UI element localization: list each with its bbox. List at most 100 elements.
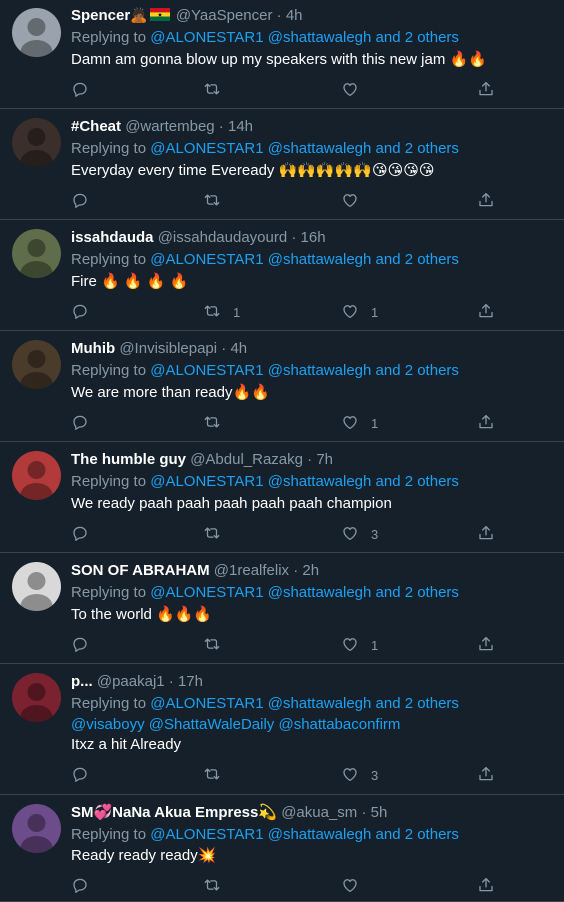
tweet-item[interactable]: issahdauda @issahdaudayourd · 16h Replyin…: [0, 220, 564, 331]
share-button[interactable]: [477, 411, 495, 435]
user-handle[interactable]: @paakaj1: [97, 673, 165, 690]
retweet-button[interactable]: [203, 411, 221, 435]
display-name[interactable]: SON OF ABRAHAM: [71, 562, 210, 579]
retweet-button[interactable]: [203, 78, 221, 102]
replying-to-label: Replying to: [71, 473, 147, 490]
tweet-item[interactable]: Muhib @Invisiblepapi · 4h Replying to @AL…: [0, 331, 564, 442]
tweet-item[interactable]: #Cheat @wartembeg · 14h Replying to @ALON…: [0, 109, 564, 220]
user-handle[interactable]: @Invisiblepapi: [119, 340, 217, 357]
user-handle[interactable]: @1realfelix: [214, 562, 289, 579]
reply-button[interactable]: [71, 300, 89, 324]
avatar[interactable]: [12, 229, 61, 278]
retweet-button[interactable]: [203, 189, 221, 213]
mention-link[interactable]: @shattawalegh: [268, 29, 372, 46]
like-button[interactable]: 3: [341, 522, 378, 546]
like-button[interactable]: 1: [341, 633, 378, 657]
share-button[interactable]: [477, 189, 495, 213]
others-link[interactable]: and 2 others: [376, 584, 459, 601]
share-button[interactable]: [477, 78, 495, 102]
reply-button[interactable]: [71, 78, 89, 102]
mention-link[interactable]: @shattawalegh: [268, 362, 372, 379]
others-link[interactable]: and 2 others: [376, 362, 459, 379]
reply-button[interactable]: [71, 522, 89, 546]
mention-link[interactable]: @ALONESTAR1: [150, 473, 263, 490]
mention-link[interactable]: @ALONESTAR1: [150, 584, 263, 601]
replying-to-line: Replying to @ALONESTAR1 @shattawalegh an…: [71, 694, 554, 714]
avatar[interactable]: [12, 118, 61, 167]
others-link[interactable]: and 2 others: [376, 695, 459, 712]
reply-button[interactable]: [71, 874, 89, 898]
mention-link[interactable]: @ALONESTAR1: [150, 695, 263, 712]
like-button[interactable]: [341, 189, 359, 213]
others-link[interactable]: and 2 others: [376, 140, 459, 157]
tweet-item[interactable]: SM💞NaNa Akua Empress💫 @akua_sm · 5h Reply…: [0, 795, 564, 902]
retweet-button[interactable]: [203, 763, 221, 787]
others-link[interactable]: and 2 others: [376, 826, 459, 843]
timestamp[interactable]: 5h: [371, 804, 388, 821]
others-link[interactable]: and 2 others: [376, 251, 459, 268]
user-handle[interactable]: @wartembeg: [125, 118, 214, 135]
display-name[interactable]: Muhib: [71, 340, 115, 357]
like-button[interactable]: [341, 874, 359, 898]
timestamp[interactable]: 14h: [228, 118, 253, 135]
mention-link[interactable]: @ALONESTAR1: [150, 251, 263, 268]
retweet-button[interactable]: [203, 874, 221, 898]
display-name[interactable]: The humble guy: [71, 451, 186, 468]
tweet-item[interactable]: The humble guy @Abdul_Razakg · 7h Replyin…: [0, 442, 564, 553]
avatar[interactable]: [12, 804, 61, 853]
avatar[interactable]: [12, 562, 61, 611]
avatar[interactable]: [12, 340, 61, 389]
others-link[interactable]: and 2 others: [376, 473, 459, 490]
avatar[interactable]: [12, 451, 61, 500]
user-handle[interactable]: @Abdul_Razakg: [190, 451, 303, 468]
mention-link[interactable]: @shattawalegh: [268, 584, 372, 601]
retweet-icon: [203, 635, 221, 656]
share-button[interactable]: [477, 763, 495, 787]
like-button[interactable]: 1: [341, 411, 378, 435]
avatar[interactable]: [12, 8, 61, 57]
mention-link[interactable]: @shattawalegh: [268, 473, 372, 490]
like-button[interactable]: [341, 78, 359, 102]
tweet-item[interactable]: Spencer🙇🏾 @YaaSpencer · 4h Replying to @A…: [0, 0, 564, 109]
timestamp[interactable]: 16h: [301, 229, 326, 246]
share-button[interactable]: [477, 522, 495, 546]
mention-link[interactable]: @ALONESTAR1: [150, 826, 263, 843]
display-name[interactable]: issahdauda: [71, 229, 154, 246]
reply-button[interactable]: [71, 633, 89, 657]
reply-button[interactable]: [71, 763, 89, 787]
share-button[interactable]: [477, 300, 495, 324]
display-name[interactable]: #Cheat: [71, 118, 121, 135]
like-button[interactable]: 1: [341, 300, 378, 324]
display-name[interactable]: SM💞NaNa Akua Empress💫: [71, 804, 277, 821]
mention-link[interactable]: @shattawalegh: [268, 251, 372, 268]
timestamp[interactable]: 4h: [286, 7, 303, 24]
like-button[interactable]: 3: [341, 763, 378, 787]
retweet-button[interactable]: [203, 522, 221, 546]
retweet-button[interactable]: 1: [203, 300, 240, 324]
timestamp[interactable]: 4h: [230, 340, 247, 357]
others-link[interactable]: and 2 others: [376, 29, 459, 46]
user-handle[interactable]: @akua_sm: [281, 804, 357, 821]
reply-button[interactable]: [71, 189, 89, 213]
display-name[interactable]: Spencer: [71, 7, 130, 24]
user-handle[interactable]: @YaaSpencer: [176, 7, 273, 24]
retweet-button[interactable]: [203, 633, 221, 657]
mention-link[interactable]: @ALONESTAR1: [150, 140, 263, 157]
extra-mentions[interactable]: @visaboyy @ShattaWaleDaily @shattabaconf…: [71, 715, 554, 735]
timestamp[interactable]: 17h: [178, 673, 203, 690]
tweet-item[interactable]: p... @paakaj1 · 17h Replying to @ALONESTA…: [0, 664, 564, 795]
avatar[interactable]: [12, 673, 61, 722]
mention-link[interactable]: @shattawalegh: [268, 140, 372, 157]
display-name[interactable]: p...: [71, 673, 93, 690]
mention-link[interactable]: @ALONESTAR1: [150, 362, 263, 379]
tweet-item[interactable]: SON OF ABRAHAM @1realfelix · 2h Replying …: [0, 553, 564, 664]
share-button[interactable]: [477, 874, 495, 898]
share-button[interactable]: [477, 633, 495, 657]
mention-link[interactable]: @shattawalegh: [268, 695, 372, 712]
user-handle[interactable]: @issahdaudayourd: [158, 229, 287, 246]
timestamp[interactable]: 2h: [302, 562, 319, 579]
timestamp[interactable]: 7h: [316, 451, 333, 468]
mention-link[interactable]: @ALONESTAR1: [150, 29, 263, 46]
mention-link[interactable]: @shattawalegh: [268, 826, 372, 843]
reply-button[interactable]: [71, 411, 89, 435]
